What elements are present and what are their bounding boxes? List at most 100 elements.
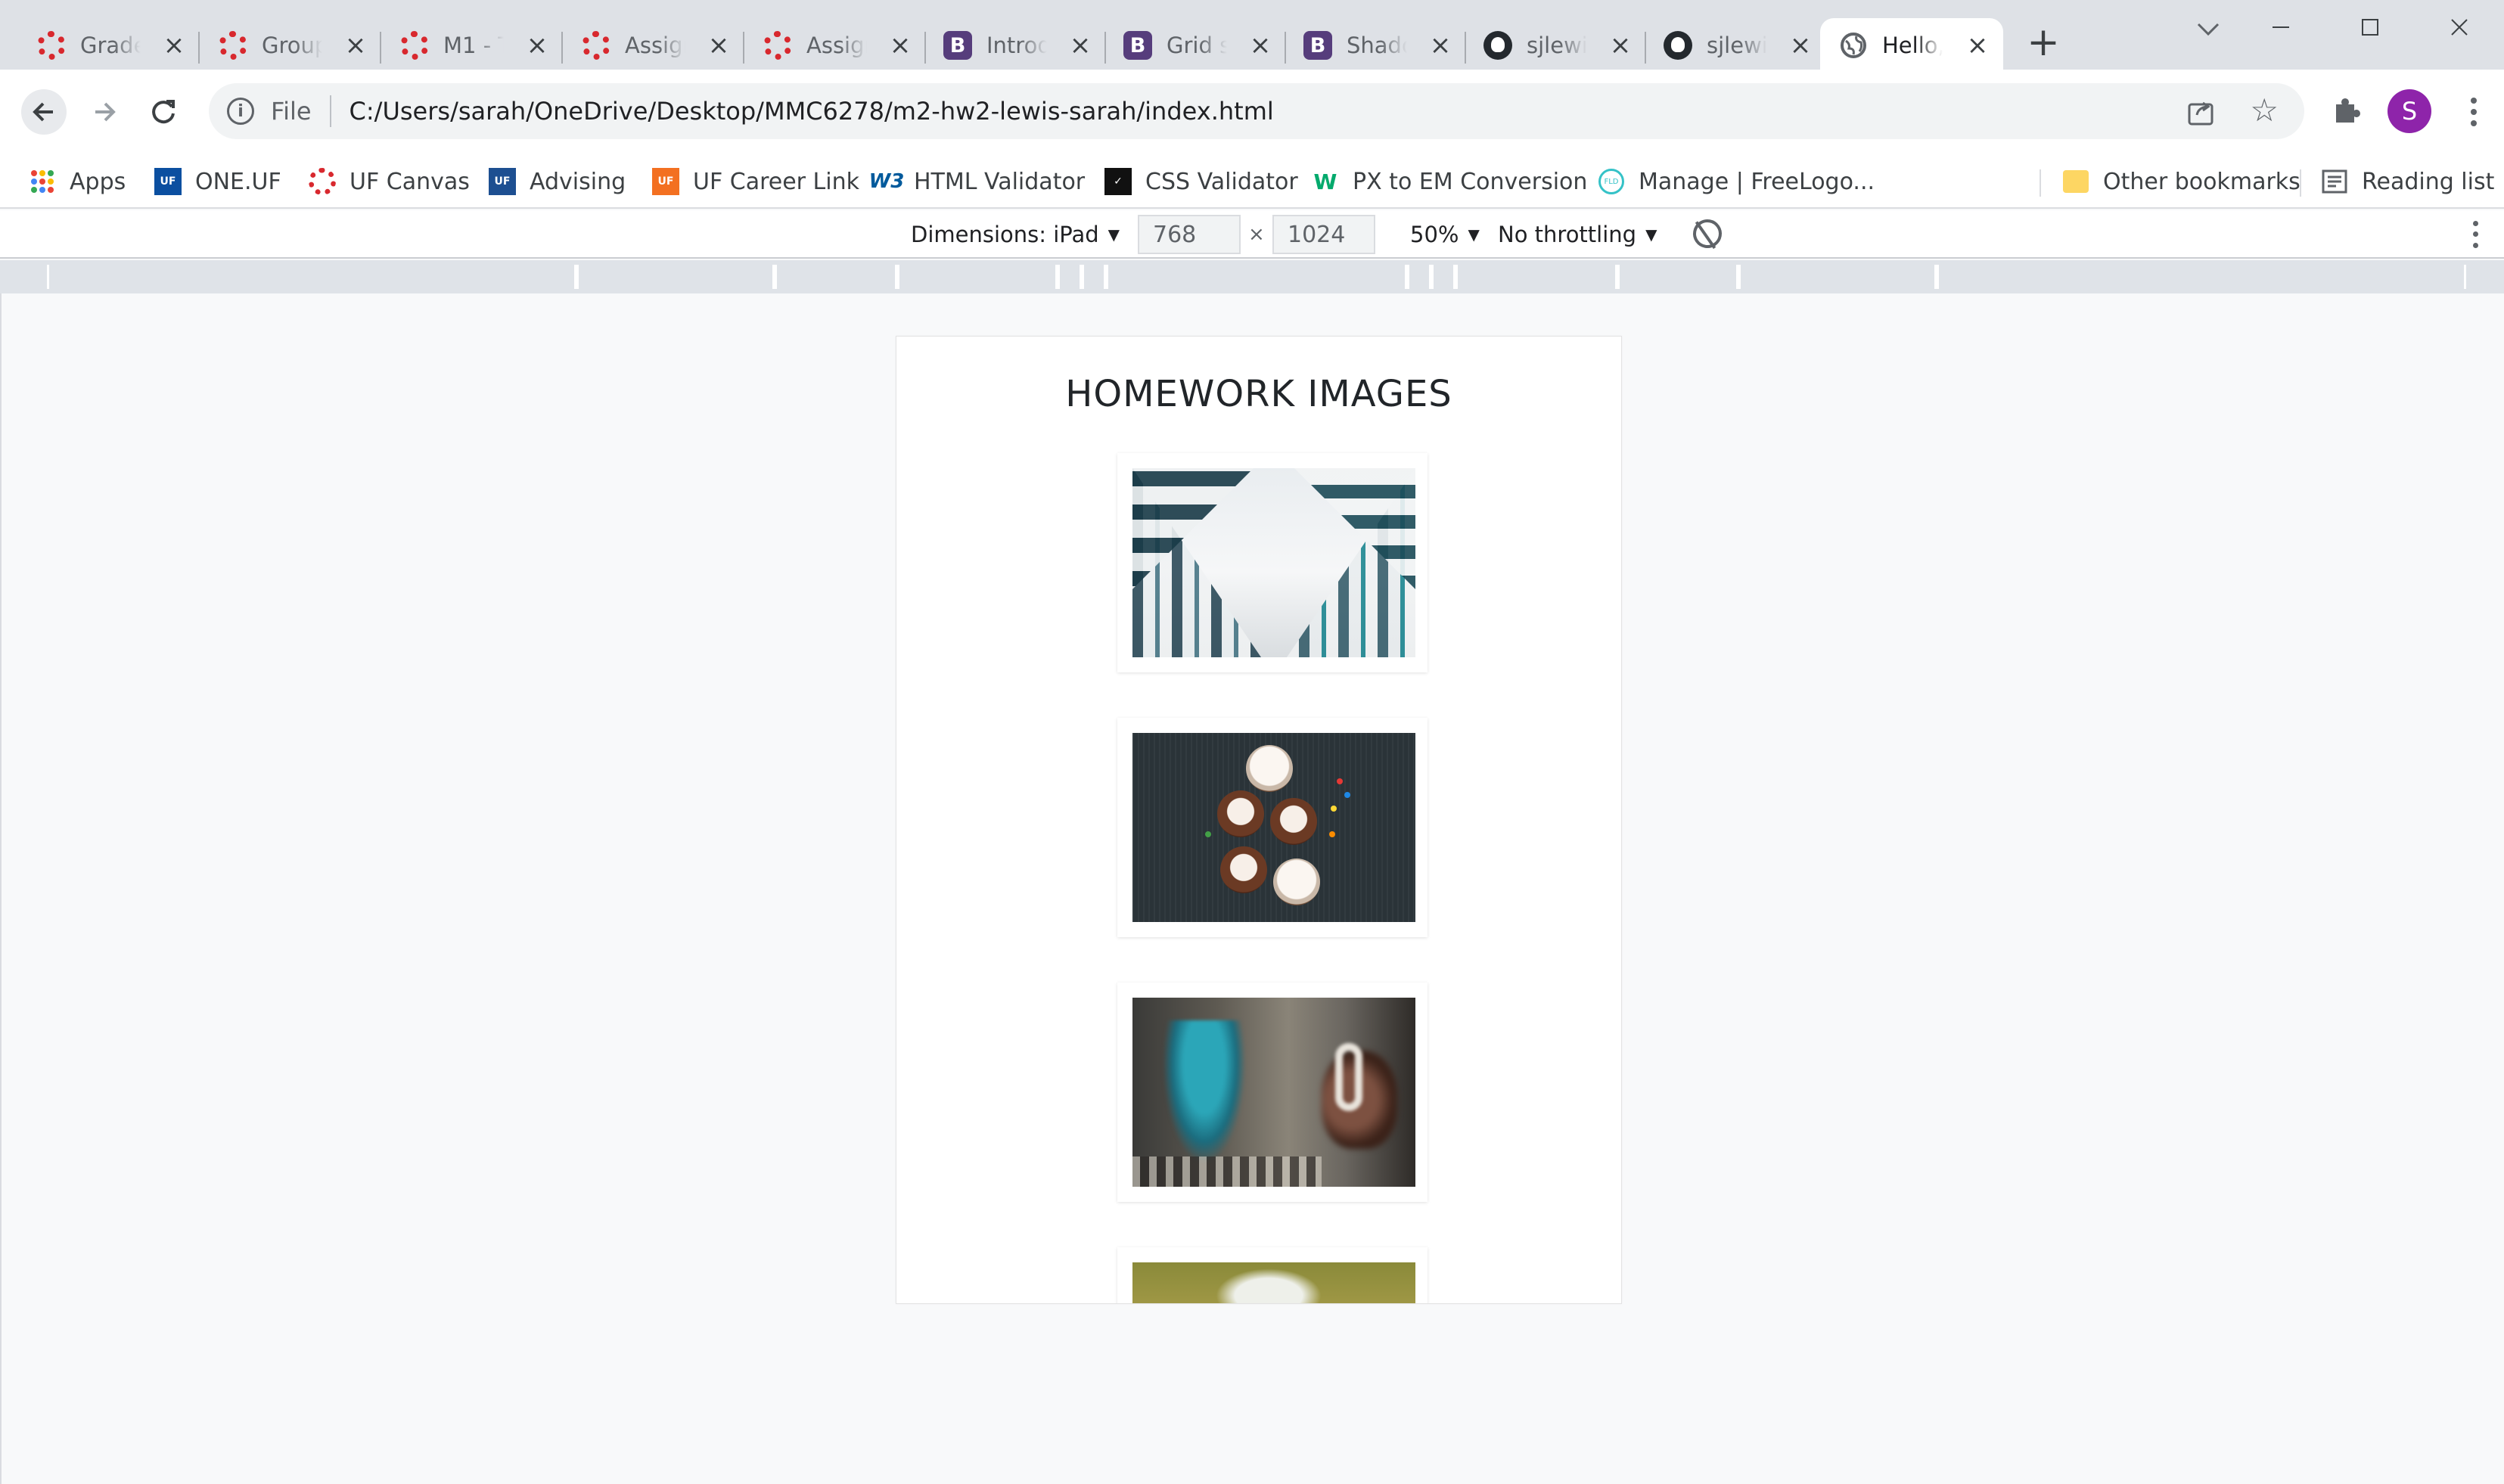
close-tab-icon[interactable]: × (162, 33, 186, 58)
bookmark-uf-canvas[interactable]: UF Canvas (309, 163, 470, 200)
reading-list-icon (2321, 168, 2348, 195)
browser-tab[interactable]: Grade × (18, 18, 200, 73)
photo-buildings (1132, 468, 1415, 657)
close-tab-icon[interactable]: × (1788, 33, 1813, 58)
photo-cupcakes (1132, 733, 1415, 922)
back-button[interactable] (21, 89, 67, 135)
media-query-segment[interactable] (1082, 265, 1106, 289)
dropdown-triangle-icon: ▼ (1468, 225, 1480, 244)
browser-tab[interactable]: sjlewis × (1645, 18, 1826, 73)
close-tab-icon[interactable]: × (525, 33, 549, 58)
browser-tab[interactable]: B Shado × (1285, 18, 1466, 73)
device-height-input[interactable]: 1024 (1272, 215, 1375, 254)
tab-title: Shado (1347, 33, 1407, 58)
photo-detail (1335, 1043, 1362, 1111)
media-query-segment[interactable] (775, 265, 897, 289)
browser-tab[interactable]: Group × (200, 18, 381, 73)
close-tab-icon[interactable]: × (343, 33, 368, 58)
rotate-device-icon[interactable] (1687, 213, 1728, 254)
zoom-label: 50% (1410, 222, 1459, 247)
browser-tab[interactable]: Assign × (744, 18, 926, 73)
bookmark-one-uf[interactable]: UF ONE.UF (154, 163, 281, 200)
media-query-segment[interactable] (1058, 265, 1082, 289)
freelogo-icon: FLD (1598, 168, 1625, 195)
throttling-dropdown[interactable]: No throttling ▼ (1498, 219, 1657, 250)
photo-detail (1216, 1268, 1322, 1303)
media-query-segment[interactable] (47, 265, 576, 289)
zoom-dropdown[interactable]: 50% ▼ (1410, 219, 1480, 250)
site-info-icon[interactable]: i (227, 98, 254, 125)
url-text[interactable]: C:/Users/sarah/OneDrive/Desktop/MMC6278/… (350, 97, 1274, 126)
tab-strip: Grade × Group × M1 - T × Assign × Assign… (0, 0, 2504, 73)
bookmark-apps[interactable]: Apps (29, 163, 126, 200)
browser-tab[interactable]: Assign × (563, 18, 744, 73)
minimize-icon[interactable] (2236, 0, 2325, 54)
bookmark-advising[interactable]: UF Advising (489, 163, 626, 200)
media-query-segment[interactable] (1106, 265, 1407, 289)
close-tab-icon[interactable]: × (1068, 33, 1092, 58)
close-window-icon[interactable] (2415, 0, 2504, 54)
globe-icon (1838, 30, 1869, 61)
tab-title: Introd (986, 33, 1047, 58)
new-tab-button[interactable]: + (2026, 23, 2061, 62)
maximize-icon[interactable] (2325, 0, 2415, 54)
bookmark-uf-career-link[interactable]: UF UF Career Link (652, 163, 859, 200)
media-query-segment[interactable] (576, 265, 775, 289)
extensions-puzzle-icon[interactable] (2330, 94, 2363, 127)
close-tab-icon[interactable]: × (888, 33, 912, 58)
media-query-segment[interactable] (1455, 265, 1617, 289)
media-query-segment[interactable] (1738, 265, 1937, 289)
tab-search-chevron-icon[interactable] (2191, 12, 2226, 47)
reading-list-button[interactable]: Reading list (2321, 163, 2494, 200)
close-tab-icon[interactable]: × (1965, 33, 1990, 58)
uf-career-icon: UF (652, 168, 679, 195)
media-query-segment[interactable] (1407, 265, 1431, 289)
tab-title: M1 - T (443, 33, 504, 58)
media-query-segment[interactable] (1431, 265, 1455, 289)
bookmark-label: CSS Validator (1145, 168, 1298, 195)
share-icon[interactable] (2186, 97, 2217, 127)
profile-avatar[interactable]: S (2387, 89, 2431, 133)
w3-icon: W (1313, 169, 1337, 194)
close-tab-icon[interactable]: × (1608, 33, 1633, 58)
browser-tab[interactable]: B Introd × (924, 18, 1106, 73)
browser-tab-active[interactable]: Hello, × (1820, 18, 2003, 73)
media-query-segment[interactable] (1617, 265, 1738, 289)
github-icon (1663, 30, 1693, 61)
close-tab-icon[interactable]: × (707, 33, 731, 58)
url-scheme: File (271, 97, 312, 126)
close-tab-icon[interactable]: × (1428, 33, 1452, 58)
device-width-input[interactable]: 768 (1138, 215, 1241, 254)
bookmark-css-validator[interactable]: ✓ CSS Validator (1104, 163, 1298, 200)
bookmark-star-icon[interactable]: ☆ (2250, 92, 2279, 129)
photo-graffiti (1132, 998, 1415, 1187)
bookmark-label: Advising (530, 168, 626, 195)
emulated-ipad-screen: HOMEWORK IMAGES (896, 336, 1622, 1304)
device-toolbar-menu-icon[interactable] (2468, 218, 2483, 251)
arrow-right-icon (95, 102, 116, 122)
address-bar[interactable]: i File C:/Users/sarah/OneDrive/Desktop/M… (209, 83, 2304, 139)
close-tab-icon[interactable]: × (1248, 33, 1272, 58)
photo-detail (1273, 858, 1320, 905)
bookmark-html-validator[interactable]: W3 HTML Validator (868, 163, 1086, 200)
github-icon (1483, 30, 1513, 61)
photo-detail (1246, 745, 1293, 792)
browser-tab[interactable]: M1 - T × (381, 18, 563, 73)
forward-button[interactable] (82, 89, 127, 135)
browser-tab[interactable]: B Grid s × (1104, 18, 1286, 73)
reload-button[interactable] (141, 89, 186, 135)
browser-toolbar: i File C:/Users/sarah/OneDrive/Desktop/M… (0, 70, 2504, 154)
bookmark-other[interactable]: Other bookmarks (2062, 163, 2301, 200)
browser-menu-icon[interactable] (2459, 91, 2489, 133)
bookmark-px-to-em[interactable]: W PX to EM Conversion (1312, 163, 1588, 200)
browser-tab[interactable]: sjlewis × (1465, 18, 1646, 73)
media-query-segment[interactable] (1937, 265, 2466, 289)
bookmark-freelogo[interactable]: FLD Manage | FreeLogo... (1598, 163, 1875, 200)
media-query-bar[interactable] (0, 260, 2504, 293)
photo-detail (1220, 846, 1267, 893)
media-query-segment[interactable] (897, 265, 1058, 289)
css-validator-icon: ✓ (1104, 168, 1132, 195)
w3c-icon: W3 (868, 170, 905, 193)
device-dimensions-dropdown[interactable]: Dimensions: iPad ▼ (911, 219, 1120, 250)
bookmark-label: Other bookmarks (2103, 168, 2301, 195)
